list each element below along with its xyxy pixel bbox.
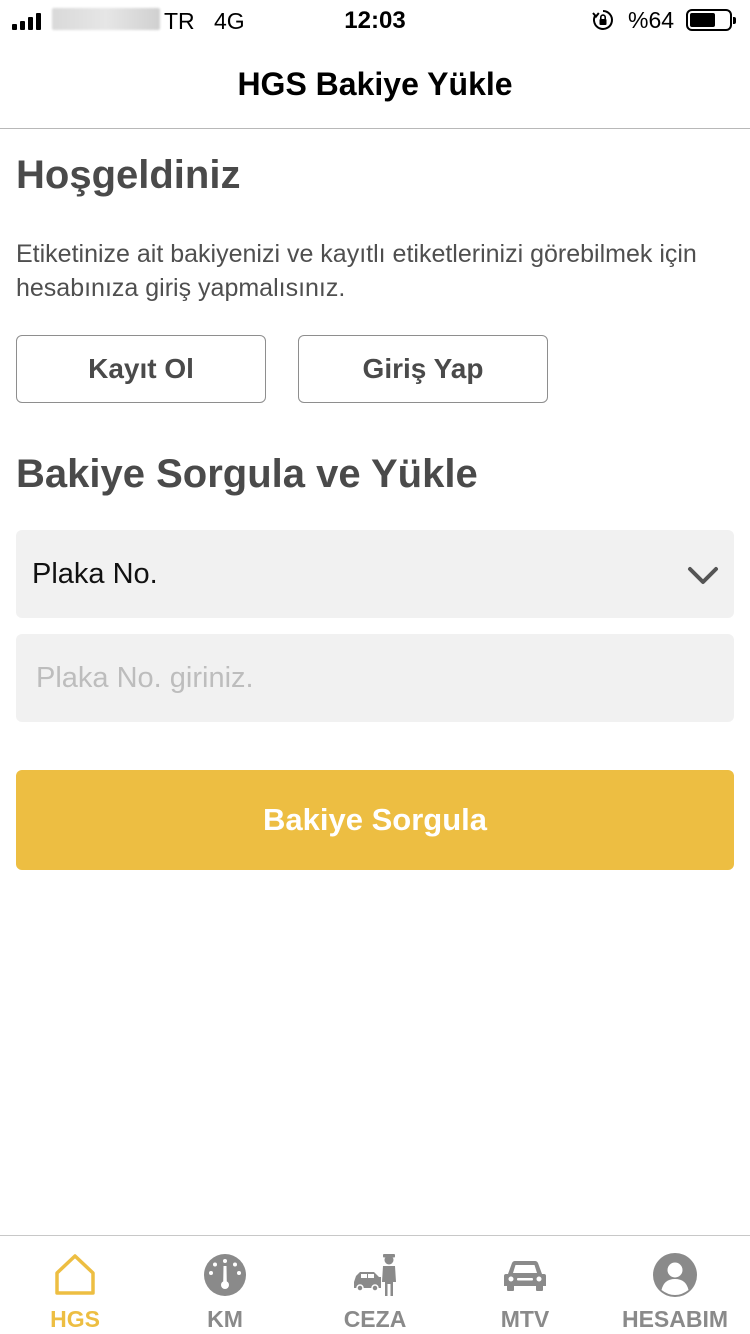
gauge-icon bbox=[204, 1254, 246, 1296]
tab-mtv[interactable]: MTV bbox=[450, 1236, 600, 1334]
battery-percentage: %64 bbox=[628, 7, 675, 33]
tab-ceza[interactable]: CEZA bbox=[300, 1236, 450, 1334]
tab-label-km: KM bbox=[207, 1306, 243, 1332]
page-title: HGS Bakiye Yükle bbox=[237, 66, 513, 102]
user-icon bbox=[653, 1253, 697, 1297]
welcome-heading: Hoşgeldiniz bbox=[16, 153, 241, 197]
chevron-down-icon bbox=[688, 567, 718, 584]
tab-label-hgs: HGS bbox=[50, 1306, 100, 1332]
tab-km[interactable]: KM bbox=[150, 1236, 300, 1334]
login-button[interactable]: Giriş Yap bbox=[298, 335, 548, 403]
balance-section-heading: Bakiye Sorgula ve Yükle bbox=[16, 452, 478, 496]
tab-label-ceza: CEZA bbox=[343, 1306, 407, 1332]
tab-label-hesabim: HESABIM bbox=[621, 1306, 729, 1332]
police-car-icon bbox=[354, 1254, 396, 1296]
tab-hesabim[interactable]: HESABIM bbox=[600, 1236, 750, 1334]
tab-hgs[interactable]: HGS bbox=[0, 1236, 150, 1334]
rotation-lock-icon bbox=[592, 10, 613, 30]
plate-type-select-value: Plaka No. bbox=[32, 558, 158, 590]
car-icon bbox=[504, 1261, 546, 1291]
navigation-bar: HGS Bakiye Yükle bbox=[0, 40, 750, 129]
status-bar: TR 4G 12:03 %64 bbox=[0, 0, 750, 40]
tab-bar: HGS KM CEZA MTV HESABIM bbox=[0, 1235, 750, 1334]
battery-icon bbox=[686, 9, 736, 31]
plate-type-select[interactable]: Plaka No. bbox=[16, 530, 734, 618]
plate-number-input[interactable] bbox=[16, 634, 734, 722]
welcome-description: Etiketinize ait bakiyenizi ve kayıtlı et… bbox=[16, 240, 697, 302]
register-button[interactable]: Kayıt Ol bbox=[16, 335, 266, 403]
tab-label-mtv: MTV bbox=[500, 1306, 550, 1332]
home-icon bbox=[55, 1254, 95, 1295]
check-balance-button[interactable]: Bakiye Sorgula bbox=[16, 770, 734, 870]
